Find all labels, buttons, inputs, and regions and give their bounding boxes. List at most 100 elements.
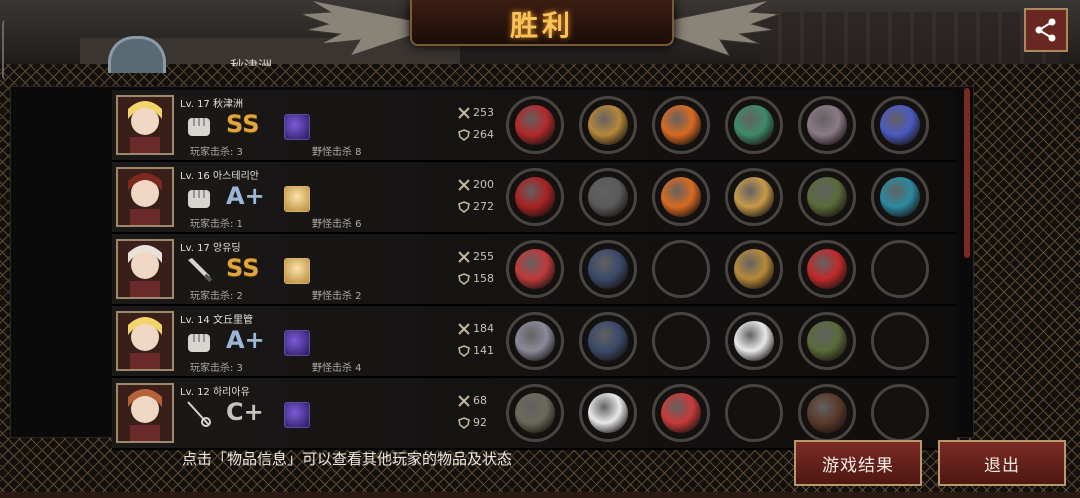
item-slot[interactable] — [798, 168, 856, 226]
attack-stat: 184 — [458, 322, 494, 335]
item-slot[interactable] — [871, 384, 929, 442]
crossed-swords-icon — [458, 394, 470, 407]
item-slot[interactable] — [652, 312, 710, 370]
player-kills: 玩家击杀: 1 — [190, 219, 243, 230]
player-portrait[interactable] — [116, 311, 174, 371]
player-row[interactable]: Lv. 14 文丘里管 A+ 玩家击杀: 3 野怪击杀 4 184 141 — [112, 306, 956, 378]
item-icon — [661, 177, 701, 217]
item-icon — [880, 177, 920, 217]
player-portrait[interactable] — [116, 167, 174, 227]
left-edge-handle — [2, 20, 10, 80]
item-slot[interactable] — [506, 240, 564, 298]
item-slot[interactable] — [579, 168, 637, 226]
item-slot[interactable] — [506, 312, 564, 370]
item-icon — [807, 105, 847, 145]
dark-buff-icon[interactable] — [284, 114, 310, 140]
left-wing-ornament — [300, 0, 410, 57]
item-slot[interactable] — [506, 96, 564, 154]
shield-icon — [458, 200, 470, 213]
rapier-icon — [187, 401, 211, 427]
item-slot[interactable] — [506, 168, 564, 226]
player-portrait[interactable] — [116, 95, 174, 155]
dark-buff-icon[interactable] — [284, 402, 310, 428]
item-slot[interactable] — [725, 312, 783, 370]
player-kills: 玩家击杀: 3 — [190, 147, 243, 158]
item-slot[interactable] — [725, 168, 783, 226]
attack-value: 253 — [473, 106, 494, 119]
monster-kills: 野怪击杀 2 — [312, 291, 362, 302]
player-portrait[interactable] — [116, 239, 174, 299]
item-slot[interactable] — [506, 384, 564, 442]
player-portrait[interactable] — [116, 383, 174, 443]
item-icon — [515, 321, 555, 361]
item-slot[interactable] — [798, 384, 856, 442]
item-slot[interactable] — [871, 96, 929, 154]
share-button[interactable] — [1024, 8, 1068, 52]
fist-icon — [188, 190, 210, 208]
grade-badge: A+ — [226, 326, 265, 354]
monster-kills: 野怪击杀 8 — [312, 147, 362, 158]
item-slot[interactable] — [725, 96, 783, 154]
item-icon — [588, 105, 628, 145]
item-slot[interactable] — [871, 168, 929, 226]
item-slot[interactable] — [652, 240, 710, 298]
player-kills: 玩家击杀: 2 — [190, 291, 243, 302]
item-slot[interactable] — [725, 240, 783, 298]
crossed-swords-icon — [458, 106, 470, 119]
item-icon — [734, 321, 774, 361]
grade-badge: A+ — [226, 182, 265, 210]
right-wing-ornament — [670, 0, 780, 57]
item-slot[interactable] — [798, 240, 856, 298]
item-icon — [807, 249, 847, 289]
item-slot[interactable] — [652, 96, 710, 154]
item-slot[interactable] — [871, 312, 929, 370]
item-slot[interactable] — [652, 384, 710, 442]
knife-icon — [188, 258, 213, 283]
item-icon — [807, 177, 847, 217]
item-icon — [588, 393, 628, 433]
item-slot[interactable] — [798, 312, 856, 370]
item-icon — [515, 393, 555, 433]
gold-buff-icon[interactable] — [284, 186, 310, 212]
shield-icon — [458, 344, 470, 357]
result-scrollbar[interactable] — [964, 88, 970, 258]
monster-kills: 野怪击杀 4 — [312, 363, 362, 374]
item-icon — [588, 249, 628, 289]
player-row[interactable]: Lv. 16 아스테리안 A+ 玩家击杀: 1 野怪击杀 6 200 272 — [112, 162, 956, 234]
item-slot[interactable] — [725, 384, 783, 442]
defense-value: 272 — [473, 200, 494, 213]
exit-button[interactable]: 退出 — [938, 440, 1066, 486]
item-slot[interactable] — [579, 240, 637, 298]
player-row[interactable]: Lv. 17 앙유딩 SS 玩家击杀: 2 野怪击杀 2 255 158 — [112, 234, 956, 306]
victory-title: 胜利 — [509, 9, 574, 42]
bottom-border — [0, 492, 1080, 498]
victory-banner: 胜利 — [410, 0, 674, 46]
item-slot[interactable] — [652, 168, 710, 226]
own-name: 秋津洲 — [230, 56, 272, 66]
attack-stat: 200 — [458, 178, 494, 191]
defense-value: 141 — [473, 344, 494, 357]
attack-stat: 68 — [458, 394, 487, 407]
item-slot[interactable] — [798, 96, 856, 154]
shield-icon — [458, 128, 470, 141]
crossed-swords-icon — [458, 250, 470, 263]
attack-value: 68 — [473, 394, 487, 407]
item-icon — [515, 105, 555, 145]
dark-buff-icon[interactable] — [284, 330, 310, 356]
defense-stat: 272 — [458, 200, 494, 213]
item-icon — [734, 105, 774, 145]
attack-value: 200 — [473, 178, 494, 191]
background-building — [760, 12, 1060, 64]
defense-value: 92 — [473, 416, 487, 429]
defense-stat: 92 — [458, 416, 487, 429]
item-slot[interactable] — [579, 384, 637, 442]
gold-buff-icon[interactable] — [284, 258, 310, 284]
crossed-swords-icon — [458, 322, 470, 335]
game-results-button[interactable]: 游戏结果 — [794, 440, 922, 486]
player-row[interactable]: Lv. 17 秋津洲 SS 玩家击杀: 3 野怪击杀 8 253 264 — [112, 90, 956, 162]
share-icon — [1035, 18, 1056, 42]
item-icon — [880, 105, 920, 145]
item-slot[interactable] — [871, 240, 929, 298]
item-slot[interactable] — [579, 96, 637, 154]
item-slot[interactable] — [579, 312, 637, 370]
